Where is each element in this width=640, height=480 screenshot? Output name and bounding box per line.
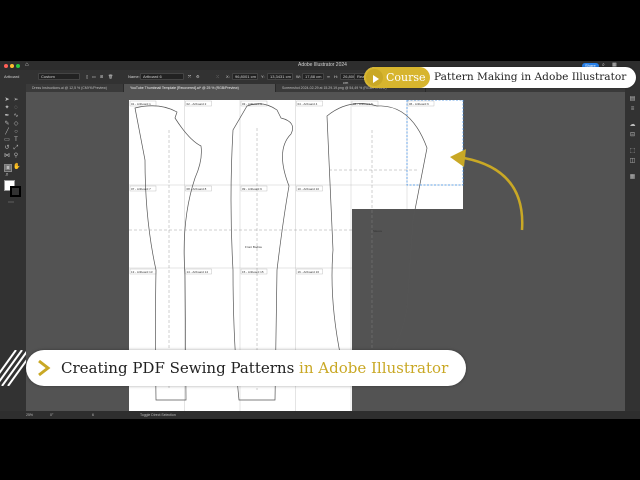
artboard-label: 10 - Artboard 10 xyxy=(298,187,320,191)
piece-labels: Front Bodice Sleeve xyxy=(245,229,383,249)
maximize-window-button[interactable] xyxy=(16,63,20,68)
rotate-tool-icon[interactable]: ↺ xyxy=(4,145,10,151)
curved-arrow-icon xyxy=(450,149,524,231)
svg-text:Front Bodice: Front Bodice xyxy=(245,245,262,249)
artboard-label: 16 - Artboard 16 xyxy=(298,270,320,274)
artboard-label: 06 - Artboard 6 xyxy=(409,102,429,106)
artboard-label: 03 - Artboard 3 xyxy=(242,102,262,106)
svg-text:Sleeve: Sleeve xyxy=(373,229,383,233)
play-circle xyxy=(366,69,383,86)
tab-youtube-thumbnail[interactable]: YouTube Thumbnail Template [Recovered].a… xyxy=(124,84,276,92)
ellipse-tool-icon[interactable]: ○ xyxy=(13,129,19,135)
course-badge: Course Pattern Making in Adobe Illustrat… xyxy=(364,67,636,88)
new-artboard-icon[interactable]: ⊞ xyxy=(100,73,103,80)
x-field[interactable]: 96,8001 cm xyxy=(232,73,258,80)
chevron-right-icon xyxy=(38,359,51,377)
type-tool-icon[interactable]: T xyxy=(13,137,19,143)
artboard-label-boxes xyxy=(129,100,435,275)
artboard-navigator[interactable]: 6 xyxy=(92,411,94,419)
lasso-icon[interactable]: ◌ xyxy=(13,105,19,111)
zoom-level[interactable]: 25% xyxy=(26,411,33,419)
transform-panel-icon[interactable]: ⬚ xyxy=(629,148,636,155)
artboard-label: 09 - Artboard 9 xyxy=(242,187,262,191)
y-field[interactable]: 13,3431 cm xyxy=(267,73,293,80)
banner-main-text: Creating PDF Sewing Patterns xyxy=(61,359,295,377)
home-icon[interactable]: ⌂ xyxy=(25,61,29,70)
x-label: X: xyxy=(226,74,230,79)
right-panel-dock: ▤ ≡ ☁ ⊟ ⬚ ◫ ▦ xyxy=(625,84,640,419)
artboard-label: 04 - Artboard 4 xyxy=(298,102,318,106)
portrait-icon[interactable]: ▯ xyxy=(86,73,88,80)
artboard-label: 15 - Artboard 15 xyxy=(242,270,264,274)
direct-selection-tool-icon[interactable]: ➢ xyxy=(13,97,19,103)
selection-type-label: Artboard xyxy=(4,74,20,79)
width-field[interactable]: 17,88 cm xyxy=(302,73,324,80)
swatches-panel-icon[interactable]: ▦ xyxy=(629,174,636,181)
zoom-tool-icon[interactable]: ⌕ xyxy=(4,172,10,178)
h-label: H: xyxy=(334,74,338,79)
libraries-panel-icon[interactable]: ☁ xyxy=(629,122,636,129)
w-label: W: xyxy=(296,74,301,79)
reference-point-icon[interactable]: ⁙ xyxy=(216,73,219,80)
align-panel-icon[interactable]: ⊟ xyxy=(629,132,636,139)
minimize-window-button[interactable] xyxy=(10,63,14,68)
course-tag: Course xyxy=(386,71,426,84)
app-title: Adobe Illustrator 2024 xyxy=(298,62,347,68)
link-icon[interactable]: ∞ xyxy=(327,73,330,80)
hand-tool-icon[interactable]: ✋ xyxy=(13,164,20,170)
artboard-label: 01 - Artboard 1 xyxy=(131,102,151,106)
decorative-stripes xyxy=(0,350,26,386)
eraser-tool-icon[interactable]: ◇ xyxy=(13,121,19,127)
artboard-label: 13 - Artboard 13 xyxy=(131,270,153,274)
properties-panel-icon[interactable]: ▤ xyxy=(629,96,636,103)
move-with-artboard-icon[interactable]: ⤧ xyxy=(188,73,191,80)
artboard-options-icon[interactable]: ⚙ xyxy=(196,73,200,80)
width-tool-icon[interactable]: ⋈ xyxy=(4,153,10,159)
artboard-name-field[interactable]: Artboard 6 xyxy=(140,73,184,80)
banner-title: Creating PDF Sewing Patterns in Adobe Il… xyxy=(61,350,448,386)
line-tool-icon[interactable]: ╱ xyxy=(4,129,10,135)
preset-select[interactable]: Custom xyxy=(38,73,80,80)
scale-tool-icon[interactable]: ⤢ xyxy=(13,145,19,151)
rotation-angle[interactable]: 0° xyxy=(50,411,53,419)
curvature-tool-icon[interactable]: ∿ xyxy=(13,113,19,119)
tab-label: Dress Instructions.ai @ 12,5 % (CMYK/Pre… xyxy=(32,86,107,90)
delete-artboard-icon[interactable]: 🗑 xyxy=(108,73,113,80)
play-icon xyxy=(373,75,379,83)
close-window-button[interactable] xyxy=(4,63,8,68)
stroke-swatch[interactable] xyxy=(10,186,21,197)
artboard-tool-icon[interactable]: ▣ xyxy=(4,164,12,172)
tool-hint: Toggle Direct Selection xyxy=(140,413,176,417)
more-tools-icon[interactable]: ⋯ xyxy=(8,200,14,206)
artboard-label: 07 - Artboard 7 xyxy=(131,187,151,191)
artboard-label: 14 - Artboard 14 xyxy=(187,270,209,274)
tab-label: YouTube Thumbnail Template [Recovered].a… xyxy=(130,86,239,90)
artboard-label: 05 - Artboard 5 xyxy=(353,102,373,106)
tab-dress-instructions[interactable]: Dress Instructions.ai @ 12,5 % (CMYK/Pre… xyxy=(26,84,124,92)
pen-tool-icon[interactable]: ✒ xyxy=(4,113,10,119)
pencil-tool-icon[interactable]: ✎ xyxy=(4,121,10,127)
selection-tool-icon[interactable]: ➤ xyxy=(4,97,10,103)
artboard-label: 02 - Artboard 2 xyxy=(187,102,207,106)
magic-wand-icon[interactable]: ✦ xyxy=(4,105,10,111)
banner-accent-text: in Adobe Illustrator xyxy=(299,359,449,377)
pathfinder-panel-icon[interactable]: ◫ xyxy=(629,158,636,165)
rectangle-tool-icon[interactable]: ▭ xyxy=(4,137,10,143)
artboard-label: 08 - Artboard 8 xyxy=(187,187,207,191)
layers-panel-icon[interactable]: ≡ xyxy=(629,106,636,113)
landscape-icon[interactable]: ▭ xyxy=(92,73,96,80)
title-banner: Creating PDF Sewing Patterns in Adobe Il… xyxy=(26,350,466,386)
eyedropper-icon[interactable]: ⚲ xyxy=(13,153,19,159)
course-title: Pattern Making in Adobe Illustrator xyxy=(434,71,627,83)
name-label: Name: xyxy=(128,74,140,79)
status-bar: 25% 0° 6 Toggle Direct Selection xyxy=(0,411,640,419)
y-label: Y: xyxy=(261,74,265,79)
